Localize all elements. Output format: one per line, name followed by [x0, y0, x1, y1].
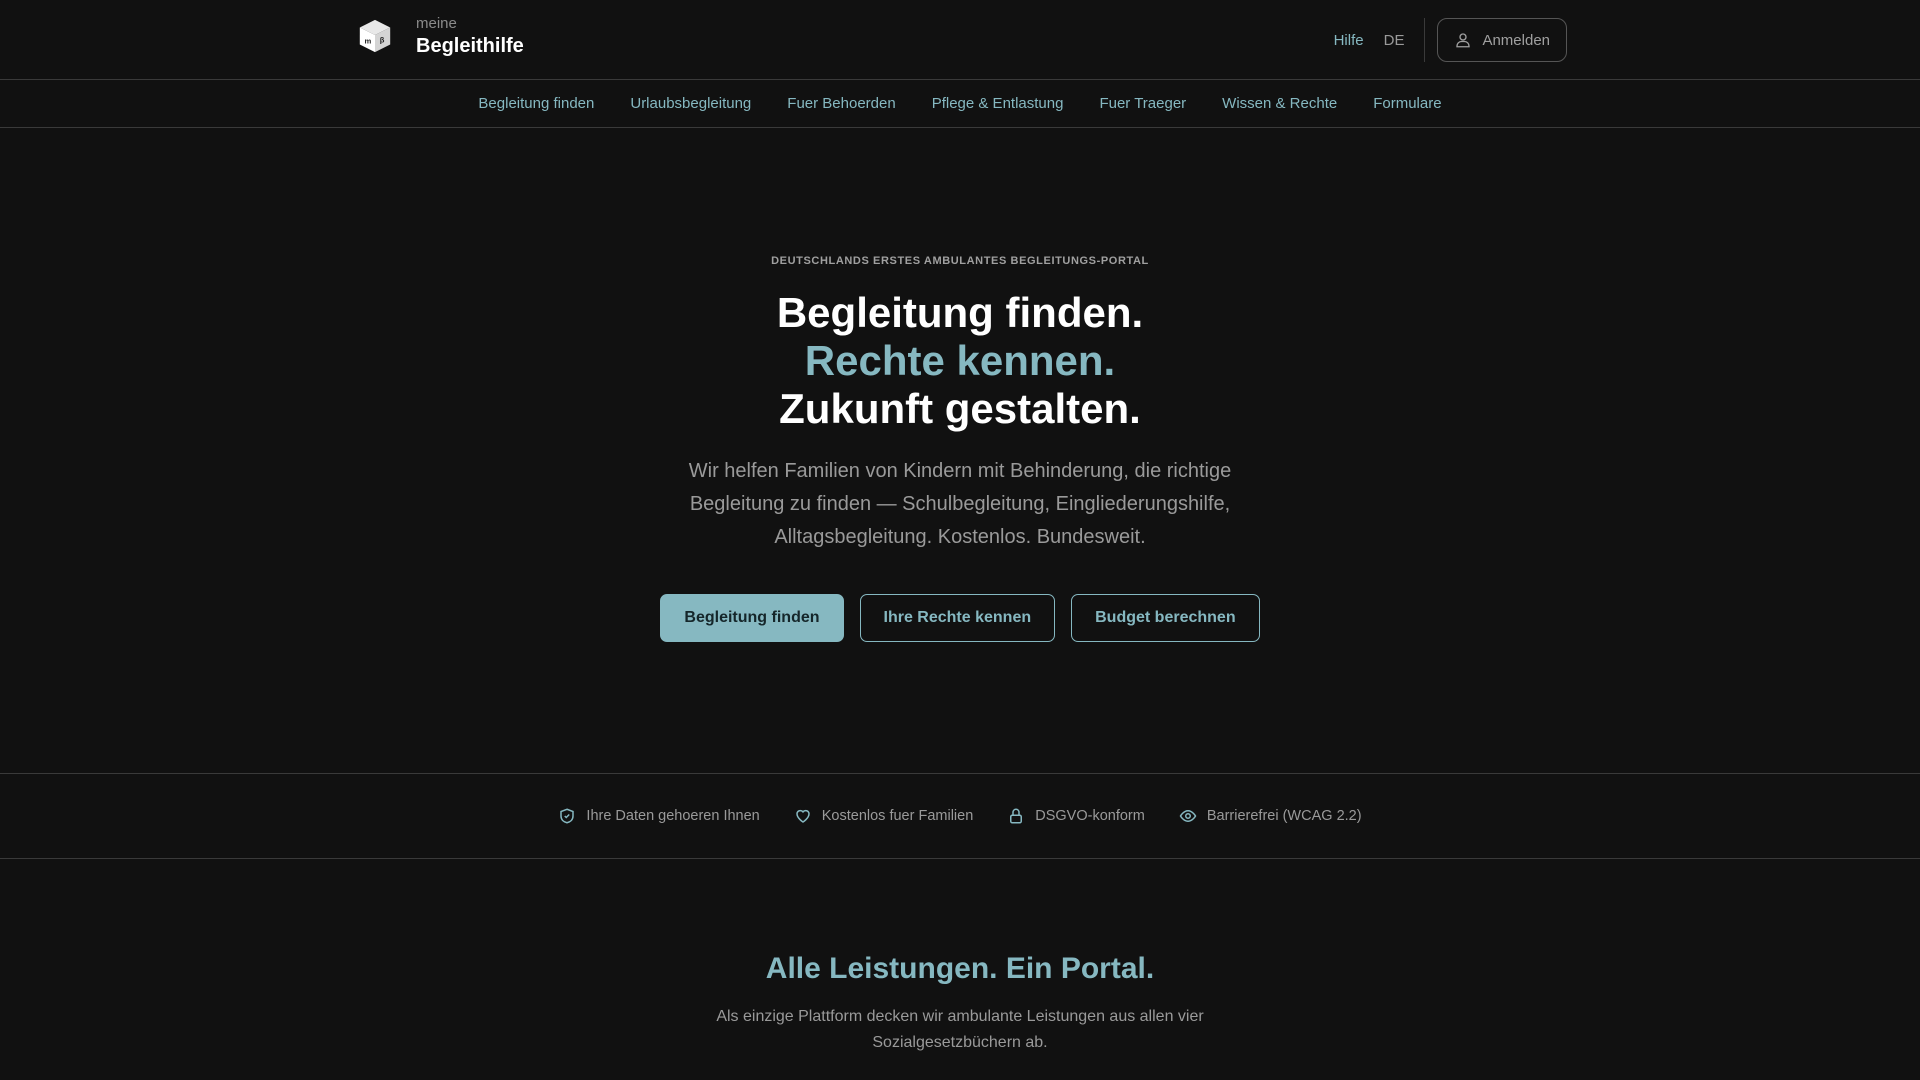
logo-title: Begleithilfe	[416, 35, 524, 57]
cube-logo-icon: m β	[359, 19, 391, 53]
hero: Deutschlands erstes ambulantes Begleitun…	[0, 255, 1920, 642]
nav-wissen-rechte[interactable]: Wissen & Rechte	[1222, 95, 1337, 112]
lock-icon	[1010, 808, 1023, 824]
svg-text:β: β	[380, 36, 385, 45]
calculate-budget-button[interactable]: Budget berechnen	[1071, 594, 1260, 642]
language-switch[interactable]: DE	[1384, 32, 1405, 49]
trust-label: Ihre Daten gehoeren Ihnen	[586, 808, 760, 824]
trust-item-free: Kostenlos fuer Familien	[794, 807, 974, 825]
login-label: Anmelden	[1482, 31, 1550, 49]
headline-line-2: Rechte kennen.	[804, 337, 1116, 384]
nav-formulare[interactable]: Formulare	[1373, 95, 1441, 112]
trust-item-dsgvo: DSGVO-konform	[1007, 807, 1145, 825]
logo[interactable]: m β meine Begleithilfe	[356, 16, 524, 56]
nav-urlaubsbegleitung[interactable]: Urlaubsbegleitung	[630, 95, 751, 112]
hero-lead: Wir helfen Familien von Kindern mit Behi…	[688, 460, 1232, 548]
trust-label: Barrierefrei (WCAG 2.2)	[1206, 808, 1362, 824]
trust-label: DSGVO-konform	[1035, 808, 1145, 824]
know-rights-button[interactable]: Ihre Rechte kennen	[859, 594, 1056, 642]
main-nav: Begleitung finden Urlaubsbegleitung Fuer…	[0, 80, 1920, 128]
headline-line-3: Zukunft gestalten.	[779, 385, 1141, 432]
nav-begleitung-finden[interactable]: Begleitung finden	[478, 95, 594, 112]
site-header: m β meine Begleithilfe Hilfe DE Anmelden	[0, 0, 1920, 80]
trust-item-accessible: Barrierefrei (WCAG 2.2)	[1179, 807, 1362, 825]
trust-item-data: Ihre Daten gehoeren Ihnen	[558, 807, 760, 825]
hero-eyebrow: Deutschlands erstes ambulantes Begleitun…	[771, 255, 1149, 267]
find-support-button[interactable]: Begleitung finden	[660, 594, 844, 642]
heart-icon	[795, 809, 810, 823]
nav-fuer-traeger[interactable]: Fuer Traeger	[1099, 95, 1186, 112]
hero-headline: Begleitung finden. Rechte kennen. Zukunf…	[0, 289, 1920, 433]
services-section: Alle Leistungen. Ein Portal. Als einzige…	[0, 952, 1920, 1056]
shield-check-icon	[560, 808, 575, 824]
trust-label: Kostenlos fuer Familien	[821, 808, 974, 824]
nav-pflege-entlastung[interactable]: Pflege & Entlastung	[932, 95, 1064, 112]
section-text: Als einzige Plattform decken wir ambulan…	[716, 1008, 1204, 1051]
help-link[interactable]: Hilfe	[1334, 32, 1364, 49]
headline-line-1: Begleitung finden.	[776, 289, 1144, 336]
user-icon	[1456, 33, 1471, 48]
header-divider	[1424, 18, 1426, 62]
svg-text:m: m	[365, 37, 372, 46]
section-title: Alle Leistungen. Ein Portal.	[765, 952, 1155, 985]
nav-fuer-behoerden[interactable]: Fuer Behoerden	[787, 95, 895, 112]
login-button[interactable]: Anmelden	[1437, 18, 1567, 62]
trust-bar: Ihre Daten gehoeren Ihnen Kostenlos fuer…	[0, 773, 1920, 859]
eye-icon	[1179, 809, 1197, 823]
logo-small-text: meine	[416, 15, 457, 32]
